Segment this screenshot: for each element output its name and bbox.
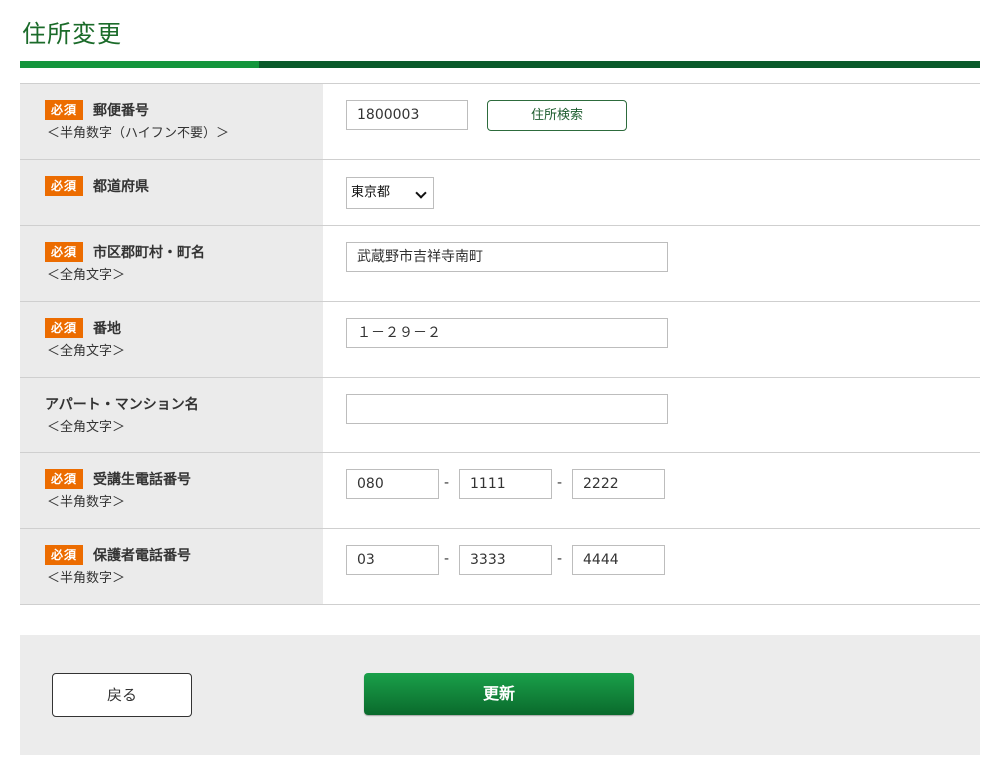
city-input-cell: 武蔵野市吉祥寺南町: [323, 226, 980, 301]
prefecture-label-cell: 必須 都道府県: [20, 160, 323, 225]
city-input[interactable]: 武蔵野市吉祥寺南町: [346, 242, 668, 272]
postal-row: 必須 郵便番号 ＜半角数字（ハイフン不要）＞ 1800003 住所検索: [20, 84, 980, 160]
postal-note: ＜半角数字（ハイフン不要）＞: [47, 126, 230, 141]
city-row: 必須 市区郡町村・町名 ＜全角文字＞ 武蔵野市吉祥寺南町: [20, 226, 980, 302]
student-phone-part3-input[interactable]: 2222: [572, 469, 665, 499]
postal-label-cell: 必須 郵便番号 ＜半角数字（ハイフン不要）＞: [20, 84, 323, 159]
student-phone-label-cell: 必須 受講生電話番号 ＜半角数字＞: [20, 453, 323, 528]
chevron-down-icon: [415, 187, 427, 199]
block-input-cell: １－２９－２: [323, 302, 980, 377]
update-button[interactable]: 更新: [364, 673, 634, 715]
student-phone-input-cell: 080 - 1111 - 2222: [323, 453, 980, 528]
address-form: 必須 郵便番号 ＜半角数字（ハイフン不要）＞ 1800003 住所検索 必須 都…: [20, 83, 980, 605]
student-phone-row: 必須 受講生電話番号 ＜半角数字＞ 080 - 1111 - 2222: [20, 453, 980, 529]
postal-label: 郵便番号: [93, 103, 149, 119]
building-input[interactable]: [346, 394, 668, 424]
city-note: ＜全角文字＞: [47, 268, 126, 283]
block-note: ＜全角文字＞: [47, 344, 126, 359]
prefecture-select[interactable]: 東京都: [346, 177, 434, 209]
guardian-phone-note: ＜半角数字＞: [47, 571, 126, 586]
guardian-phone-label: 保護者電話番号: [93, 548, 191, 564]
title-divider-accent: [20, 61, 259, 68]
student-phone-part1-input[interactable]: 080: [346, 469, 439, 499]
prefecture-input-cell: 東京都: [323, 160, 980, 225]
postal-input-cell: 1800003 住所検索: [323, 84, 980, 159]
city-label: 市区郡町村・町名: [93, 245, 205, 261]
required-badge: 必須: [45, 318, 83, 338]
guardian-phone-part2-input[interactable]: 3333: [459, 545, 552, 575]
postal-code-input[interactable]: 1800003: [346, 100, 468, 130]
prefecture-selected-value: 東京都: [351, 185, 391, 200]
prefecture-row: 必須 都道府県 東京都: [20, 160, 980, 226]
guardian-phone-part1-input[interactable]: 03: [346, 545, 439, 575]
address-search-button[interactable]: 住所検索: [487, 100, 627, 131]
building-input-cell: [323, 378, 980, 452]
block-label-cell: 必須 番地 ＜全角文字＞: [20, 302, 323, 377]
required-badge: 必須: [45, 469, 83, 489]
student-phone-note: ＜半角数字＞: [47, 495, 126, 510]
building-label-cell: アパート・マンション名 ＜全角文字＞: [20, 378, 323, 452]
phone-separator: -: [444, 475, 450, 491]
phone-separator: -: [557, 475, 563, 491]
required-badge: 必須: [45, 242, 83, 262]
back-button[interactable]: 戻る: [52, 673, 192, 717]
block-input[interactable]: １－２９－２: [346, 318, 668, 348]
guardian-phone-row: 必須 保護者電話番号 ＜半角数字＞ 03 - 3333 - 4444: [20, 529, 980, 605]
building-note: ＜全角文字＞: [47, 420, 126, 435]
building-label: アパート・マンション名: [45, 397, 199, 413]
phone-separator: -: [557, 551, 563, 567]
page-title: 住所変更: [22, 20, 122, 48]
phone-separator: -: [444, 551, 450, 567]
block-label: 番地: [93, 321, 121, 337]
student-phone-label: 受講生電話番号: [93, 472, 191, 488]
city-label-cell: 必須 市区郡町村・町名 ＜全角文字＞: [20, 226, 323, 301]
guardian-phone-part3-input[interactable]: 4444: [572, 545, 665, 575]
form-footer: 戻る 更新: [20, 635, 980, 755]
block-row: 必須 番地 ＜全角文字＞ １－２９－２: [20, 302, 980, 378]
title-divider: [20, 61, 980, 68]
guardian-phone-label-cell: 必須 保護者電話番号 ＜半角数字＞: [20, 529, 323, 604]
guardian-phone-input-cell: 03 - 3333 - 4444: [323, 529, 980, 604]
required-badge: 必須: [45, 176, 83, 196]
student-phone-part2-input[interactable]: 1111: [459, 469, 552, 499]
required-badge: 必須: [45, 545, 83, 565]
required-badge: 必須: [45, 100, 83, 120]
prefecture-label: 都道府県: [93, 179, 149, 195]
building-row: アパート・マンション名 ＜全角文字＞: [20, 378, 980, 453]
